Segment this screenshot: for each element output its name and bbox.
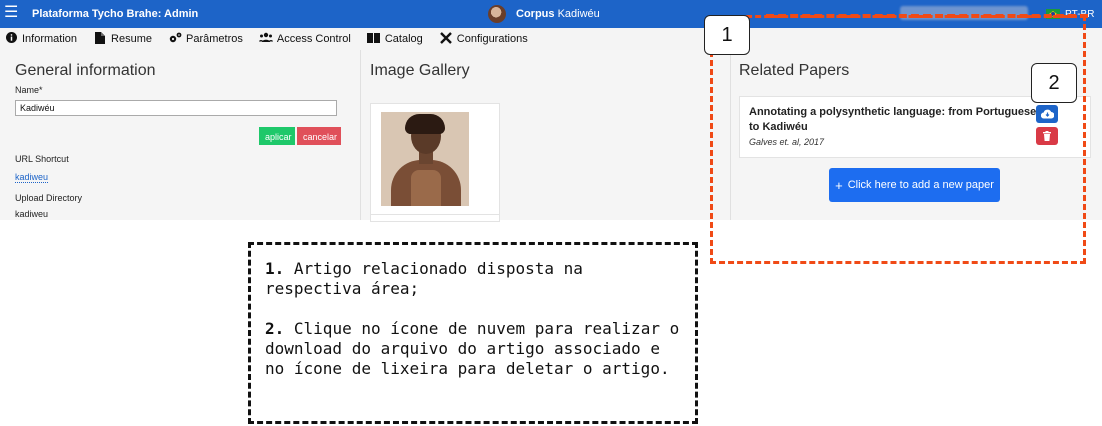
general-information-heading: General information xyxy=(15,62,156,79)
gallery-photo[interactable] xyxy=(381,112,469,206)
tab-label: Resume xyxy=(111,33,152,45)
file-icon xyxy=(93,31,107,47)
corpus-indicator[interactable]: Corpus Kadiwéu xyxy=(488,4,600,24)
tab-label: Information xyxy=(22,33,78,45)
highlight-top-edge xyxy=(766,14,1088,18)
book-icon xyxy=(367,32,381,46)
apply-button[interactable]: aplicar xyxy=(259,127,295,145)
tab-access-control[interactable]: Access Control xyxy=(258,32,351,46)
image-gallery-panel: Image Gallery xyxy=(361,50,731,222)
cancel-button[interactable]: cancelar xyxy=(297,127,341,145)
name-label: Name* xyxy=(15,85,43,95)
tab-catalog[interactable]: Catalog xyxy=(367,32,423,46)
hamburger-icon[interactable]: ☰ xyxy=(4,4,18,22)
tab-configurations[interactable]: Configurations xyxy=(439,31,528,47)
name-input[interactable] xyxy=(15,100,337,116)
highlight-related-papers xyxy=(710,15,1086,264)
tab-label: Catalog xyxy=(384,33,423,45)
url-shortcut-value[interactable]: kadiweu xyxy=(15,172,49,183)
tab-resume[interactable]: Resume xyxy=(93,31,152,47)
annotation-callout: 1. Artigo relacionado disposta na respec… xyxy=(248,242,698,424)
gallery-image-card[interactable] xyxy=(370,103,500,222)
corpus-name: Kadiwéu xyxy=(557,8,600,20)
annotation-note-1: 1. Artigo relacionado disposta na respec… xyxy=(265,259,583,298)
general-information-panel: General information Name* aplicar cancel… xyxy=(0,50,361,220)
gears-icon xyxy=(168,32,182,46)
corpus-prefix: Corpus xyxy=(516,8,555,20)
tab-label: Access Control xyxy=(276,33,351,45)
users-icon xyxy=(258,32,273,46)
info-circle-icon xyxy=(4,32,18,46)
tab-label: Parâmetros xyxy=(186,33,243,45)
upload-directory-value: kadiweu xyxy=(15,209,49,219)
url-shortcut-label: URL Shortcut xyxy=(15,154,69,164)
tab-label: Configurations xyxy=(456,33,528,45)
corpus-avatar xyxy=(488,5,506,23)
upload-directory-label: Upload Directory xyxy=(15,193,83,203)
tools-icon xyxy=(439,31,453,47)
tab-information[interactable]: Information xyxy=(4,32,77,46)
image-gallery-heading: Image Gallery xyxy=(370,62,470,79)
annotation-note-2: 2. Clique no ícone de nuvem para realiza… xyxy=(265,319,680,378)
annotation-badge-2: 2 xyxy=(1031,63,1077,103)
annotation-badge-1: 1 xyxy=(704,15,750,55)
app-title[interactable]: Plataforma Tycho Brahe: Admin xyxy=(32,8,198,20)
tab-parametros[interactable]: Parâmetros xyxy=(168,32,243,46)
